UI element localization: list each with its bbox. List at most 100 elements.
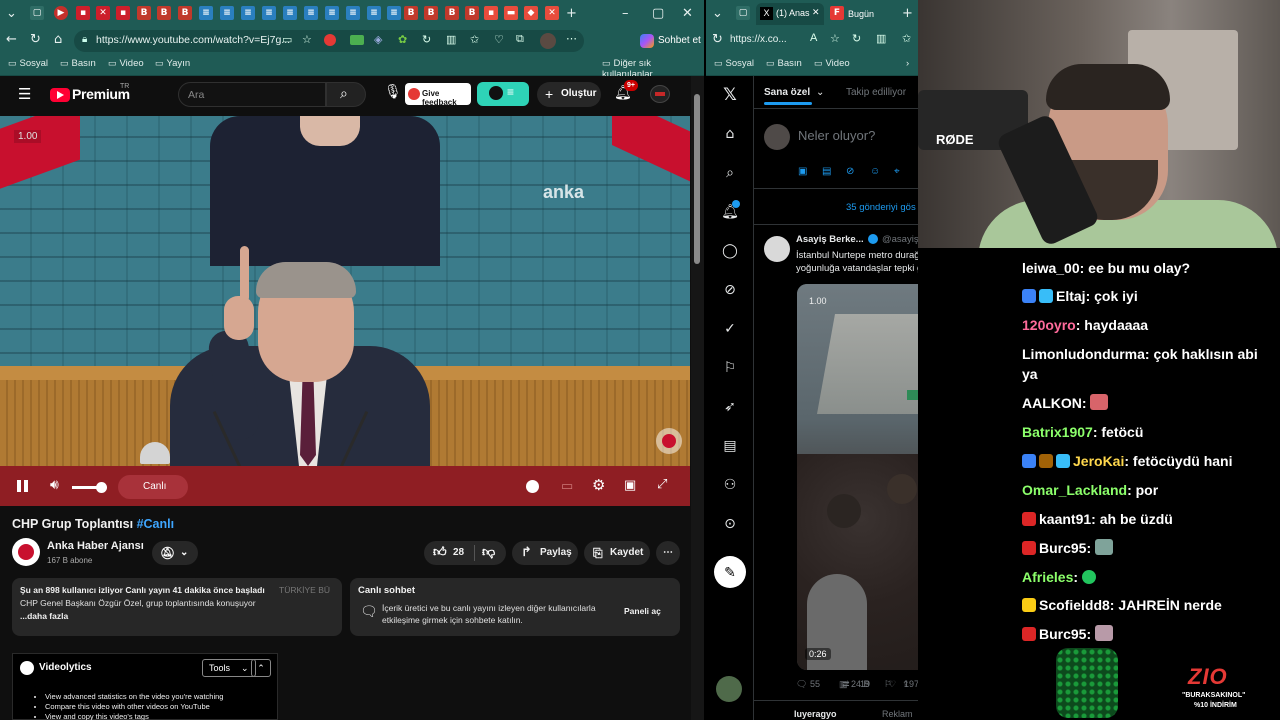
tab-icon[interactable]: ◆	[524, 6, 538, 20]
messages-icon[interactable]: ◯	[721, 242, 739, 260]
create-button[interactable]: + Oluştur	[537, 82, 601, 107]
like-icon[interactable]: 👍︎	[433, 541, 447, 565]
subscribe-watermark-icon[interactable]	[656, 428, 682, 454]
read-aloud-icon[interactable]: A	[810, 32, 817, 44]
new-tab-icon[interactable]: +	[566, 6, 577, 22]
browser-essentials-icon[interactable]: ♡	[494, 33, 504, 46]
search-button[interactable]: ⌕	[326, 82, 366, 107]
workspace-icon[interactable]: ▢	[30, 6, 44, 20]
volume-slider-handle[interactable]	[96, 482, 107, 493]
microphone-icon[interactable]: 🎙︎	[384, 84, 402, 100]
search-icon[interactable]: ⌕	[721, 164, 739, 182]
open-panel-button[interactable]: Paneli aç	[624, 606, 661, 616]
tab-youtube-icon[interactable]: ▶	[54, 6, 68, 20]
compose-post-button[interactable]: ✎	[714, 556, 746, 588]
minimize-icon[interactable]: –	[622, 6, 629, 22]
grok-icon[interactable]: ⊘	[721, 281, 739, 299]
tweet-author-avatar[interactable]	[764, 236, 790, 262]
tweet-author-handle[interactable]: @asayiş	[882, 234, 918, 245]
channel-name[interactable]: Anka Haber Ajansı	[47, 540, 144, 552]
tab-icon[interactable]: ≡	[283, 6, 297, 20]
favorites-icon[interactable]: ✩	[470, 33, 479, 46]
x-logo-icon[interactable]: 𝕏	[721, 86, 739, 104]
tab-icon[interactable]: ≡	[262, 6, 276, 20]
bookmark-folder-video[interactable]: ▭ Video	[814, 58, 850, 69]
tab-icon[interactable]: B	[424, 6, 438, 20]
search-input[interactable]: Ara	[178, 82, 326, 107]
collections-icon[interactable]: ⧉	[516, 33, 524, 46]
image-icon[interactable]: ▣	[798, 166, 807, 177]
url-text[interactable]: https://x.co...	[730, 34, 787, 45]
extension-toggle-button[interactable]: ≡	[477, 82, 529, 106]
views-icon[interactable]: ▥	[839, 679, 848, 690]
tab-following[interactable]: Takip edilliyor	[846, 87, 906, 98]
extension-icon[interactable]: ◈	[374, 33, 382, 46]
show-more-link[interactable]: ...daha fazla	[20, 611, 68, 621]
tab-icon[interactable]: F	[830, 6, 844, 20]
new-tab-icon[interactable]: +	[902, 6, 913, 22]
save-button[interactable]: ⎘ Kaydet	[584, 541, 650, 565]
share-icon[interactable]: ⇪	[902, 679, 910, 690]
home-icon[interactable]: ⌂	[721, 125, 739, 143]
tab-actions-icon[interactable]: ⌄	[712, 6, 723, 22]
back-icon[interactable]: ←	[6, 32, 17, 48]
volume-icon[interactable]: 🔊︎	[50, 477, 59, 493]
collapse-button[interactable]: ⌃	[251, 659, 271, 677]
reply-icon[interactable]: 🗨︎	[796, 679, 807, 690]
video-player[interactable]: 1.00 anka	[0, 116, 690, 506]
refresh-icon[interactable]: ↻	[712, 32, 723, 48]
tab-icon[interactable]: ▪	[484, 6, 498, 20]
tab-icon[interactable]: B	[445, 6, 459, 20]
tab-icon[interactable]: B	[465, 6, 479, 20]
extension-icon[interactable]	[350, 35, 364, 45]
tab-icon[interactable]: ▪	[76, 6, 90, 20]
account-avatar[interactable]	[716, 676, 742, 702]
extension-icon[interactable]	[324, 34, 336, 46]
profile-icon[interactable]: ⚇	[721, 476, 739, 494]
hashtag-link[interactable]: #Canlı	[137, 517, 175, 531]
scrollbar-thumb[interactable]	[694, 94, 700, 264]
tweet-video[interactable]: 1.00 DN 0:26	[797, 284, 918, 670]
refresh-icon[interactable]: ↻	[30, 32, 41, 48]
chevron-right-icon[interactable]: ›	[906, 58, 909, 69]
close-tab-icon[interactable]: ✕	[812, 7, 820, 18]
tab-icon[interactable]: ≡	[304, 6, 318, 20]
fullscreen-icon[interactable]: ⤢	[657, 477, 667, 492]
subtitles-icon[interactable]: ▭	[561, 478, 573, 494]
tab-icon[interactable]: ✕	[545, 6, 559, 20]
give-feedback-button[interactable]: Give feedback	[405, 83, 471, 107]
next-tweet-author[interactable]: Iuyeragyo	[794, 709, 837, 719]
settings-gear-icon[interactable]: ⚙	[592, 476, 605, 494]
tools-dropdown[interactable]: Tools ⌄	[202, 659, 256, 677]
tab-icon[interactable]: B	[157, 6, 171, 20]
compose-input[interactable]: Neler oluyor?	[798, 128, 875, 143]
extension-icon[interactable]: ↻	[422, 33, 431, 46]
tab-icon[interactable]: ✕	[96, 6, 110, 20]
theater-mode-icon[interactable]: ▣	[624, 477, 636, 493]
tab-for-you[interactable]: Sana özel	[764, 87, 810, 98]
bookmark-folder-yayin[interactable]: ▭ Yayın	[155, 58, 190, 69]
sohbet-button[interactable]: Sohbet et	[658, 35, 701, 46]
gif-icon[interactable]: ▤	[822, 166, 831, 177]
account-avatar[interactable]	[650, 85, 670, 103]
tab-icon[interactable]: ≡	[241, 6, 255, 20]
bookmark-folder-video[interactable]: ▭ Video	[108, 58, 144, 69]
tab-actions-icon[interactable]: ⌄	[6, 6, 17, 22]
tab-icon[interactable]: ▬	[504, 6, 518, 20]
tab-icon[interactable]: ≡	[367, 6, 381, 20]
lists-icon[interactable]: ▤	[721, 437, 739, 455]
split-screen-icon[interactable]: ▥	[446, 33, 456, 46]
tab-icon[interactable]: ▪	[116, 6, 130, 20]
tweet-author-name[interactable]: Asayiş Berke...	[796, 234, 864, 245]
refresh-ext-icon[interactable]: ↻	[852, 32, 861, 45]
bookmark-folder-sosyal[interactable]: ▭ Sosyal	[714, 58, 754, 69]
more-icon[interactable]: ⊙	[721, 515, 739, 533]
extension-icon[interactable]: ✿	[398, 33, 407, 46]
maximize-icon[interactable]: ▢	[652, 6, 664, 22]
bookmark-icon[interactable]: ⚐	[884, 679, 892, 690]
hamburger-menu-icon[interactable]: ☰	[18, 86, 31, 102]
page-scrollbar[interactable]	[691, 76, 704, 720]
bookmarks-icon[interactable]: ⚐	[721, 359, 739, 377]
bookmark-folder-sosyal[interactable]: ▭ Sosyal	[8, 58, 48, 69]
split-screen-icon[interactable]: ▥	[876, 32, 886, 45]
